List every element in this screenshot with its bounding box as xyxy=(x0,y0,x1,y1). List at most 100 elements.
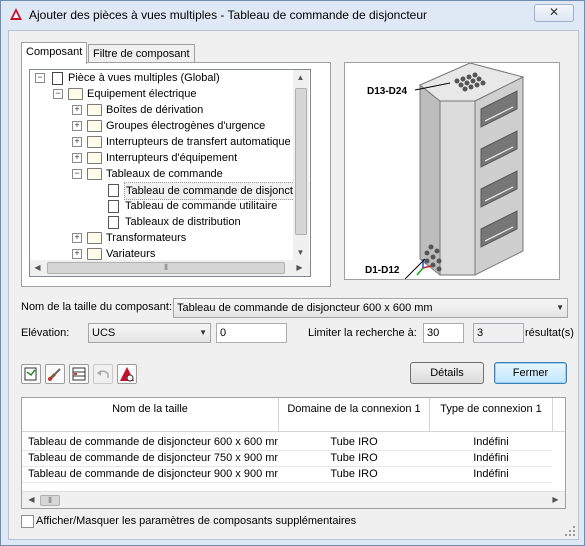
table-cell: Tableau de commande de disjoncteur 600 x… xyxy=(28,436,278,448)
chevron-down-icon: ▼ xyxy=(199,328,207,337)
tree-item-label: Tableaux de distribution xyxy=(125,216,241,228)
scroll-up-icon[interactable]: ▲ xyxy=(293,70,308,85)
grip-icon: ⦀ xyxy=(48,496,52,505)
expand-icon[interactable]: + xyxy=(72,233,82,243)
show-params-checkbox[interactable] xyxy=(21,515,34,528)
table-cell: Tableau de commande de disjoncteur 900 x… xyxy=(28,468,278,480)
tree-item-label: Variateurs xyxy=(106,248,156,260)
catalog-browser-button[interactable] xyxy=(21,364,41,384)
show-params-label[interactable]: Afficher/Masquer les paramètres de compo… xyxy=(36,515,356,527)
collapse-icon[interactable]: − xyxy=(53,89,63,99)
close-window-button[interactable]: ✕ xyxy=(534,4,574,22)
component-tree[interactable]: − Pièce à vues multiples (Global) − Equi… xyxy=(29,69,311,261)
tree-vertical-scrollbar[interactable]: ▲ ▼ xyxy=(293,70,309,260)
help-button[interactable] xyxy=(117,364,137,384)
expand-icon[interactable]: + xyxy=(72,121,82,131)
result-suffix: résultat(s) xyxy=(525,327,574,339)
title-bar[interactable]: Ajouter des pièces à vues multiples - Ta… xyxy=(1,1,584,29)
grip-icon: ⦀ xyxy=(164,263,168,272)
elevation-input[interactable]: 0 xyxy=(216,323,287,343)
scroll-left-icon[interactable]: ◀ xyxy=(30,260,45,275)
panel-icon xyxy=(108,200,119,213)
table-cell: Indéfini xyxy=(473,468,509,480)
window-title: Ajouter des pièces à vues multiples - Ta… xyxy=(29,8,428,22)
table-cell: Tube IRO xyxy=(330,468,378,480)
composant-tab-panel: − Pièce à vues multiples (Global) − Equi… xyxy=(21,62,331,287)
column-header-connection-domain[interactable]: Domaine de la connexion 1 xyxy=(279,398,430,432)
folder-icon xyxy=(87,136,102,148)
folder-icon xyxy=(87,120,102,132)
tree-item-label: Tableau de commande utilitaire xyxy=(125,200,278,212)
limit-label: Limiter la recherche à: xyxy=(308,327,417,339)
property-table-button[interactable] xyxy=(69,364,89,384)
scroll-thumb[interactable] xyxy=(295,88,307,235)
undo-icon xyxy=(97,370,109,378)
folder-icon xyxy=(87,152,102,164)
scroll-thumb[interactable]: ⦀ xyxy=(47,262,285,274)
preview-label-bottom: D1-D12 xyxy=(365,265,400,276)
switchboard-preview-image: D13-D24 D1-D12 xyxy=(365,62,525,280)
column-header-connection-type[interactable]: Type de connexion 1 xyxy=(430,398,553,432)
expand-icon[interactable]: + xyxy=(72,137,82,147)
collapse-icon[interactable]: − xyxy=(35,73,45,83)
resize-grip-icon[interactable] xyxy=(564,525,576,537)
elevation-label: Elévation: xyxy=(21,327,70,339)
tree-item-label: Pièce à vues multiples (Global) xyxy=(68,72,220,84)
tree-horizontal-scrollbar[interactable]: ◀ ⦀ ▶ xyxy=(29,260,311,277)
column-header-filler xyxy=(553,398,565,432)
size-select-value: Tableau de commande de disjoncteur 600 x… xyxy=(177,302,433,314)
table-cell: Indéfini xyxy=(473,452,509,464)
component-icon xyxy=(52,72,63,85)
size-label: Nom de la taille du composant: xyxy=(21,301,173,313)
dialog-window: Ajouter des pièces à vues multiples - Ta… xyxy=(0,0,585,546)
open-folder-icon xyxy=(68,88,83,100)
folder-icon xyxy=(87,248,102,260)
dialog-client: Composant Filtre de composant − Pièce à … xyxy=(8,30,579,540)
panel-icon xyxy=(108,184,119,197)
chevron-down-icon: ▼ xyxy=(556,303,564,312)
table-row[interactable]: Tableau de commande de disjoncteur 750 x… xyxy=(22,451,552,467)
tab-composant[interactable]: Composant xyxy=(21,42,88,64)
autocad-help-icon xyxy=(120,367,134,382)
collapse-icon[interactable]: − xyxy=(72,169,82,179)
table-row[interactable]: Tableau de commande de disjoncteur 900 x… xyxy=(22,467,552,483)
ucs-select-value: UCS xyxy=(92,327,116,339)
table-cell: Tube IRO xyxy=(330,452,378,464)
size-select[interactable]: Tableau de commande de disjoncteur 600 x… xyxy=(173,298,568,318)
close-button[interactable]: Fermer xyxy=(494,362,567,384)
tab-filtre-composant[interactable]: Filtre de composant xyxy=(88,44,195,63)
folder-icon xyxy=(87,104,102,116)
table-horizontal-scrollbar[interactable]: ◀ ⦀ ▶ xyxy=(22,491,565,508)
preview-label-top: D13-D24 xyxy=(367,86,407,97)
undo-button[interactable] xyxy=(93,364,113,384)
catalog-icon xyxy=(24,367,37,381)
scroll-thumb[interactable]: ⦀ xyxy=(40,495,60,506)
ucs-select[interactable]: UCS ▼ xyxy=(88,323,211,343)
panel-icon xyxy=(108,216,119,229)
expand-icon[interactable]: + xyxy=(72,105,82,115)
limit-input[interactable]: 30 xyxy=(423,323,464,343)
results-table[interactable]: Nom de la taille Domaine de la connexion… xyxy=(21,397,566,509)
column-header-size-name[interactable]: Nom de la taille xyxy=(22,398,279,432)
table-cell: Indéfini xyxy=(473,436,509,448)
expand-icon[interactable]: + xyxy=(72,249,82,259)
tree-item-label: Tableaux de commande xyxy=(106,168,223,180)
scroll-left-icon[interactable]: ◀ xyxy=(24,492,39,507)
table-icon xyxy=(72,367,86,381)
match-properties-button[interactable] xyxy=(45,364,65,384)
tree-item-label: Boîtes de dérivation xyxy=(106,104,204,116)
table-row[interactable]: Tableau de commande de disjoncteur 600 x… xyxy=(22,435,552,451)
folder-icon xyxy=(87,232,102,244)
expand-icon[interactable]: + xyxy=(72,153,82,163)
tree-item-label: Equipement électrique xyxy=(87,88,197,100)
component-preview: D13-D24 D1-D12 xyxy=(344,62,560,280)
scroll-right-icon[interactable]: ▶ xyxy=(548,492,563,507)
table-cell: Tableau de commande de disjoncteur 750 x… xyxy=(28,452,278,464)
result-count: 3 xyxy=(473,323,524,343)
tree-item-label: Groupes électrogènes d'urgence xyxy=(106,120,266,132)
scroll-down-icon[interactable]: ▼ xyxy=(293,245,308,260)
details-button[interactable]: Détails xyxy=(410,362,484,384)
table-cell: Tube IRO xyxy=(330,436,378,448)
tree-item-label: Interrupteurs d'équipement xyxy=(106,152,238,164)
scroll-right-icon[interactable]: ▶ xyxy=(292,260,307,275)
